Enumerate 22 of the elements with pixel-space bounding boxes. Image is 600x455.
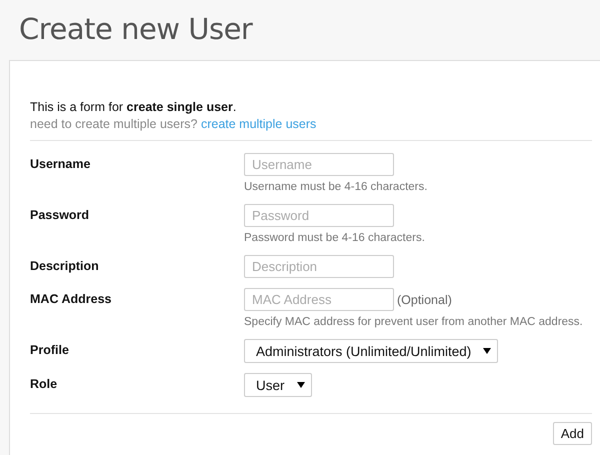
help-text: Username must be 4-16 characters. (244, 180, 428, 194)
field-label: Profile (30, 342, 70, 359)
intro-text: This is a form for create single user. (30, 99, 238, 116)
select-dropdown[interactable]: User (244, 373, 312, 397)
caret-icon (296, 382, 305, 388)
field-label: Role (30, 376, 58, 393)
field-label: Password (30, 207, 90, 224)
field-label: MAC Address (30, 291, 112, 308)
page-title: Create new User (18, 11, 254, 48)
caret-icon (483, 348, 492, 354)
optional-note: (Optional) (397, 292, 452, 306)
help-text: Specify MAC address for prevent user from another MAC address. (244, 315, 584, 329)
intro-question: need to create multiple users? (30, 117, 198, 131)
help-text: Password must be 4-16 characters. (244, 231, 426, 245)
input-field[interactable]: MAC Address (244, 288, 394, 311)
input-field[interactable]: Username (244, 153, 394, 176)
field-label: Description (30, 258, 100, 275)
input-field[interactable]: Password (244, 204, 394, 227)
input-field[interactable]: Description (244, 255, 394, 278)
add-button[interactable]: Add (552, 422, 592, 445)
select-dropdown[interactable]: Administrators (Unlimited/Unlimited) (244, 339, 498, 363)
field-label: Username (30, 156, 92, 173)
